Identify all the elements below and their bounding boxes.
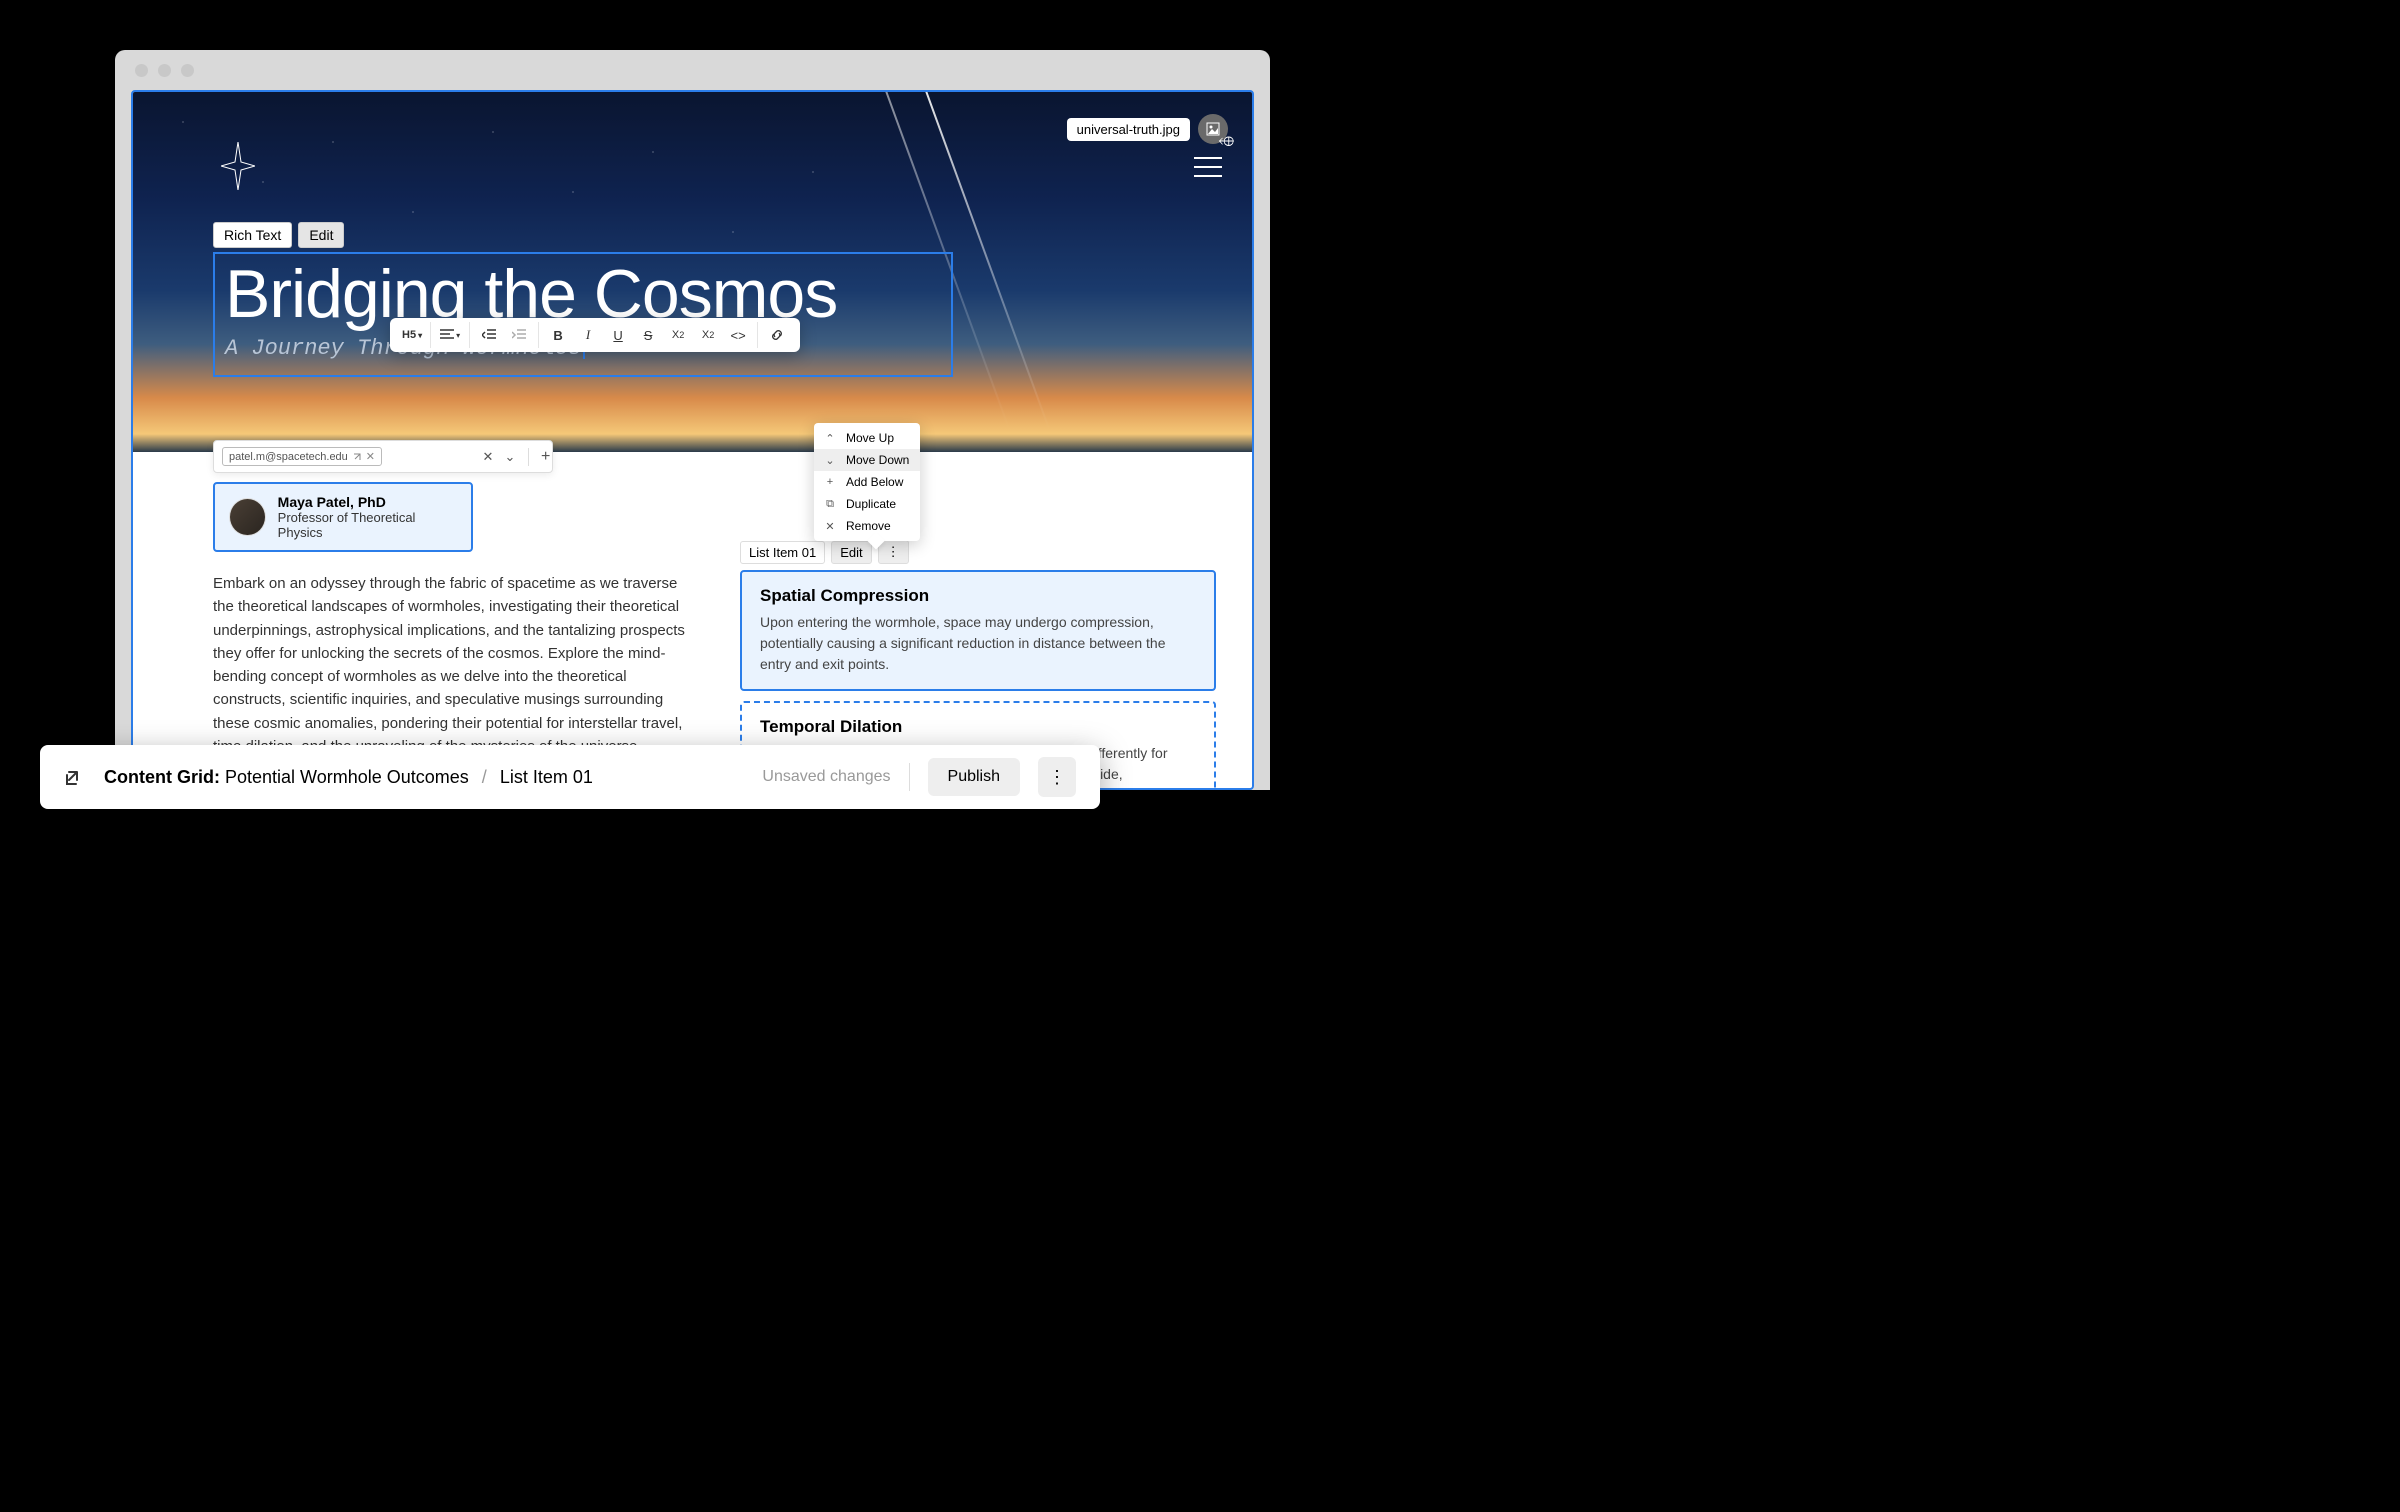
chevron-down-icon: ⌄ bbox=[824, 454, 836, 467]
link-button[interactable] bbox=[762, 322, 792, 348]
dropdown-button[interactable]: ⌄ bbox=[502, 449, 518, 465]
author-name: Maya Patel, PhD bbox=[278, 494, 457, 510]
align-button[interactable] bbox=[435, 322, 465, 348]
card-title: Temporal Dilation bbox=[760, 717, 1196, 737]
hamburger-menu-icon[interactable] bbox=[1194, 157, 1222, 177]
code-button[interactable]: <> bbox=[723, 322, 753, 348]
author-email-chip[interactable]: patel.m@spacetech.edu ✕ bbox=[222, 447, 382, 466]
open-icon bbox=[352, 452, 362, 462]
plus-icon: + bbox=[824, 476, 836, 488]
subscript-button[interactable]: X2 bbox=[663, 322, 693, 348]
author-card[interactable]: Maya Patel, PhD Professor of Theoretical… bbox=[213, 482, 473, 552]
outdent-button[interactable] bbox=[474, 322, 504, 348]
page-canvas: universal-truth.jpg Rich Text Edit Bridg… bbox=[131, 90, 1254, 790]
list-item-edit-button[interactable]: Edit bbox=[831, 541, 871, 564]
card-body: Upon entering the wormhole, space may un… bbox=[760, 612, 1196, 675]
field-edit-button[interactable]: Edit bbox=[298, 222, 344, 248]
list-item-context-menu: ⌃Move Up ⌄Move Down +Add Below ⧉Duplicat… bbox=[814, 423, 920, 541]
bold-button[interactable]: B bbox=[543, 322, 573, 348]
chip-remove-icon[interactable]: ✕ bbox=[366, 450, 375, 463]
article-paragraph[interactable]: Embark on an odyssey through the fabric … bbox=[213, 572, 693, 758]
menu-add-below[interactable]: +Add Below bbox=[814, 471, 920, 493]
external-link-icon[interactable] bbox=[64, 767, 84, 787]
site-logo-star-icon bbox=[221, 142, 255, 195]
list-item-toolbar: List Item 01 Edit ⋮ bbox=[740, 540, 1216, 564]
article-body: patel.m@spacetech.edu ✕ ✕ ⌄ + Maya Patel… bbox=[133, 452, 1252, 492]
strike-button[interactable]: S bbox=[633, 322, 663, 348]
list-item-label: List Item 01 bbox=[740, 541, 825, 564]
hero-image-block[interactable]: universal-truth.jpg Rich Text Edit Bridg… bbox=[133, 92, 1252, 452]
italic-button[interactable]: I bbox=[573, 322, 603, 348]
field-type-label: Rich Text bbox=[213, 222, 292, 248]
chevron-up-icon: ⌃ bbox=[824, 432, 836, 445]
image-settings-button[interactable] bbox=[1198, 114, 1228, 144]
list-item-kebab-button[interactable]: ⋮ bbox=[878, 540, 909, 564]
hero-image-chip: universal-truth.jpg bbox=[1067, 114, 1228, 144]
indent-button[interactable] bbox=[504, 322, 534, 348]
duplicate-icon: ⧉ bbox=[824, 498, 836, 511]
rich-text-toolbar: H5 B I U S X2 X2 <> bbox=[390, 318, 800, 352]
menu-move-up[interactable]: ⌃Move Up bbox=[814, 427, 920, 449]
menu-remove[interactable]: ✕Remove bbox=[814, 515, 920, 537]
image-filename-label: universal-truth.jpg bbox=[1067, 118, 1190, 141]
save-status-label: Unsaved changes bbox=[762, 768, 890, 786]
underline-button[interactable]: U bbox=[603, 322, 633, 348]
app-window: universal-truth.jpg Rich Text Edit Bridg… bbox=[115, 50, 1270, 790]
close-icon: ✕ bbox=[824, 520, 836, 533]
menu-move-down[interactable]: ⌄Move Down bbox=[814, 449, 920, 471]
window-traffic-lights bbox=[135, 64, 194, 77]
superscript-button[interactable]: X2 bbox=[693, 322, 723, 348]
author-avatar bbox=[229, 498, 266, 536]
add-reference-button[interactable]: + bbox=[528, 448, 544, 466]
hero-title-editor[interactable]: Bridging the Cosmos A Journey Through Wo… bbox=[213, 252, 953, 377]
more-actions-button[interactable]: ⋮ bbox=[1038, 757, 1076, 797]
editor-breadcrumb-bar: Content Grid: Potential Wormhole Outcome… bbox=[40, 745, 1100, 809]
field-type-toolbar: Rich Text Edit bbox=[213, 222, 344, 248]
outcome-card[interactable]: Spatial Compression Upon entering the wo… bbox=[740, 570, 1216, 691]
heading-select[interactable]: H5 bbox=[398, 322, 426, 348]
clear-button[interactable]: ✕ bbox=[480, 449, 496, 465]
breadcrumb: Content Grid: Potential Wormhole Outcome… bbox=[104, 767, 593, 788]
menu-duplicate[interactable]: ⧉Duplicate bbox=[814, 493, 920, 515]
author-title: Professor of Theoretical Physics bbox=[278, 510, 457, 540]
publish-button[interactable]: Publish bbox=[928, 758, 1020, 796]
card-title: Spatial Compression bbox=[760, 586, 1196, 606]
author-reference-toolbar: patel.m@spacetech.edu ✕ ✕ ⌄ + bbox=[213, 440, 553, 473]
